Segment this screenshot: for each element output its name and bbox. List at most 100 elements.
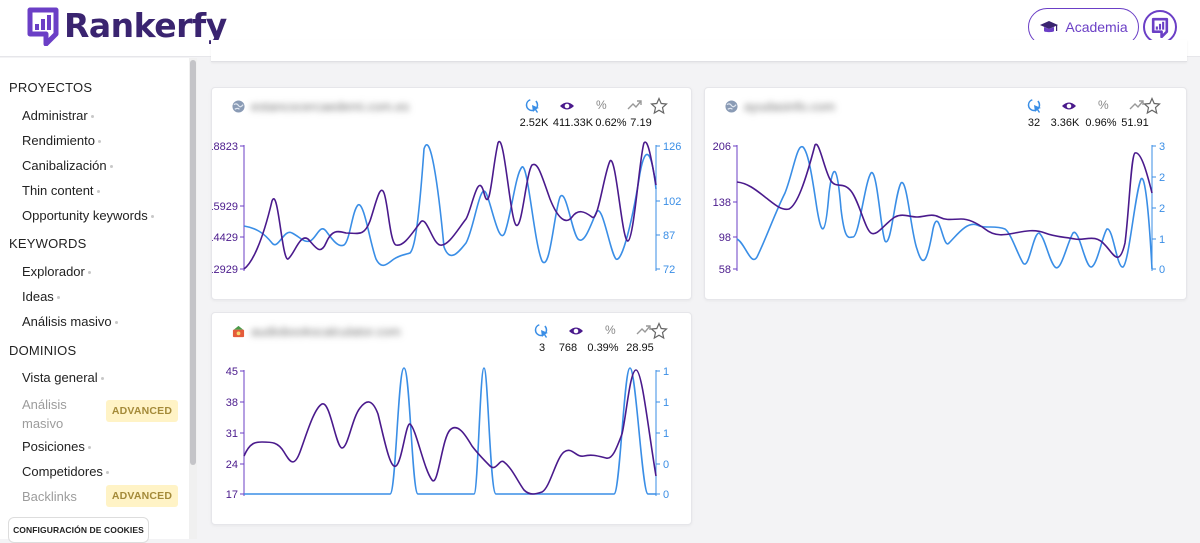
favorite-star-icon[interactable] <box>650 322 668 340</box>
sidebar-item-administrar[interactable]: Administrar <box>22 108 94 123</box>
clicks-value: 3 <box>538 342 546 354</box>
advanced-badge: ADVANCED <box>106 485 178 507</box>
traffic-chart[interactable]: 206 138 98 58 3 2 2 1 0 <box>705 133 1186 283</box>
y-right-tick: 0 <box>663 489 669 501</box>
globe-icon <box>232 100 245 113</box>
y-left-tick: 12929 <box>212 264 238 276</box>
sidebar-item-explorador[interactable]: Explorador <box>22 264 91 279</box>
y-left-tick: 31 <box>226 428 238 440</box>
y-right-tick: 2 <box>1159 203 1165 215</box>
svg-text:%: % <box>596 98 607 112</box>
metric-values: 2.52K 411.33K 0.62% 7.19 <box>516 117 654 129</box>
metric-icons: % <box>516 98 652 114</box>
impressions-value: 411.33K <box>552 117 594 129</box>
svg-text:%: % <box>605 323 616 337</box>
sidebar-item-analisis-masivo-keywords[interactable]: Análisis masivo <box>22 314 118 329</box>
y-left-tick: 17 <box>226 489 238 501</box>
domain-card[interactable]: audiobookscalculator.com % 3 768 0.39% 2… <box>211 312 692 525</box>
y-right-tick: 2 <box>1159 172 1165 184</box>
academia-label: Academia <box>1065 19 1128 35</box>
y-right-tick: 1 <box>663 397 669 409</box>
y-left-tick: 24 <box>226 459 238 471</box>
impressions-series-line <box>243 369 657 495</box>
sidebar-item-competidores[interactable]: Competidores <box>22 464 109 479</box>
sidebar: PROYECTOS Administrar Rendimiento Caniba… <box>0 58 197 539</box>
ctr-icon: % <box>1086 98 1120 114</box>
svg-text:%: % <box>1098 98 1109 112</box>
clicks-icon <box>525 323 559 339</box>
rankerfy-logo[interactable]: Rankerfy <box>24 4 227 46</box>
y-left-tick: 14429 <box>212 232 238 244</box>
ctr-value: 0.62% <box>595 117 627 129</box>
favorite-star-icon[interactable] <box>1143 97 1161 115</box>
domain-name[interactable]: estancocercaedemi.com.es <box>251 99 409 114</box>
y-right-tick: 1 <box>663 366 669 378</box>
impressions-icon <box>559 323 593 339</box>
brand-name: Rankerfy <box>64 5 227 45</box>
position-value: 51.91 <box>1121 117 1149 129</box>
impressions-series-line <box>243 140 657 270</box>
traffic-chart[interactable]: 18823 15929 14429 12929 126 102 87 72 <box>212 133 691 283</box>
impressions-value: 3.36K <box>1050 117 1080 129</box>
sidebar-item-ideas[interactable]: Ideas <box>22 289 60 304</box>
metric-icons: % <box>525 323 661 339</box>
domain-name[interactable]: ayudasinfo.com <box>744 99 835 114</box>
y-left-tick: 138 <box>713 197 731 209</box>
domain-name[interactable]: audiobookscalculator.com <box>251 324 401 339</box>
domain-card[interactable]: ayudasinfo.com % 32 3.36K 0.96% 51.91 20… <box>704 87 1187 300</box>
y-left-tick: 38 <box>226 397 238 409</box>
clicks-series-line <box>243 144 657 267</box>
rankerfy-logo-icon <box>27 7 59 46</box>
section-title-keywords: KEYWORDS <box>9 236 87 251</box>
metric-values: 3 768 0.39% 28.95 <box>532 342 658 354</box>
position-value: 28.95 <box>626 342 654 354</box>
y-right-tick: 3 <box>1159 141 1165 153</box>
traffic-chart[interactable]: 45 38 31 24 17 1 1 1 0 0 <box>212 358 691 508</box>
ctr-icon: % <box>584 98 618 114</box>
trend-icon <box>618 98 652 114</box>
impressions-icon <box>550 98 584 114</box>
globe-icon <box>725 100 738 113</box>
y-right-tick: 0 <box>1159 264 1165 276</box>
ctr-value: 0.39% <box>587 342 619 354</box>
metric-icons: % <box>1018 98 1154 114</box>
y-right-tick: 87 <box>663 230 675 242</box>
clicks-value: 2.52K <box>519 117 549 129</box>
sidebar-item-rendimiento[interactable]: Rendimiento <box>22 133 101 148</box>
section-title-dominios: DOMINIOS <box>9 343 77 358</box>
y-right-tick: 1 <box>663 428 669 440</box>
sidebar-item-analisis-masivo-dominios[interactable]: Análisis masivo <box>22 395 92 433</box>
y-right-tick: 1 <box>1159 234 1165 246</box>
y-left-tick: 18823 <box>212 141 238 153</box>
cookie-settings-button[interactable]: CONFIGURACIÓN DE COOKIES <box>8 517 149 543</box>
metric-values: 32 3.36K 0.96% 51.91 <box>1021 117 1151 129</box>
y-right-tick: 0 <box>663 459 669 471</box>
domain-card[interactable]: estancocercaedemi.com.es % 2.52K 411.33K… <box>211 87 692 300</box>
y-right-tick: 72 <box>663 264 675 276</box>
ctr-value: 0.96% <box>1085 117 1117 129</box>
user-avatar[interactable] <box>1143 10 1177 44</box>
sidebar-item-canibalizacion[interactable]: Canibalización <box>22 158 113 173</box>
sidebar-item-posiciones[interactable]: Posiciones <box>22 439 91 454</box>
y-left-tick: 15929 <box>212 201 238 213</box>
y-left-tick: 98 <box>719 232 731 244</box>
clicks-icon <box>516 98 550 114</box>
ctr-icon: % <box>593 323 627 339</box>
y-left-tick: 45 <box>226 366 238 378</box>
impressions-icon <box>1052 98 1086 114</box>
favicon-icon <box>232 325 245 338</box>
clicks-series-line <box>736 146 1153 270</box>
sidebar-scrollbar-thumb[interactable] <box>190 60 196 465</box>
card-domain: audiobookscalculator.com <box>232 324 401 339</box>
y-left-tick: 58 <box>719 264 731 276</box>
sidebar-item-vista-general[interactable]: Vista general <box>22 370 104 385</box>
sidebar-item-backlinks[interactable]: Backlinks <box>22 489 77 504</box>
section-title-proyectos: PROYECTOS <box>9 80 93 95</box>
sidebar-item-opportunity-keywords[interactable]: Opportunity keywords <box>22 208 154 223</box>
rankerfy-mark-icon <box>1151 17 1169 38</box>
impressions-value: 768 <box>558 342 578 354</box>
sidebar-item-thin-content[interactable]: Thin content <box>22 183 100 198</box>
y-right-tick: 126 <box>663 141 681 153</box>
favorite-star-icon[interactable] <box>650 97 668 115</box>
card-domain: ayudasinfo.com <box>725 99 835 114</box>
